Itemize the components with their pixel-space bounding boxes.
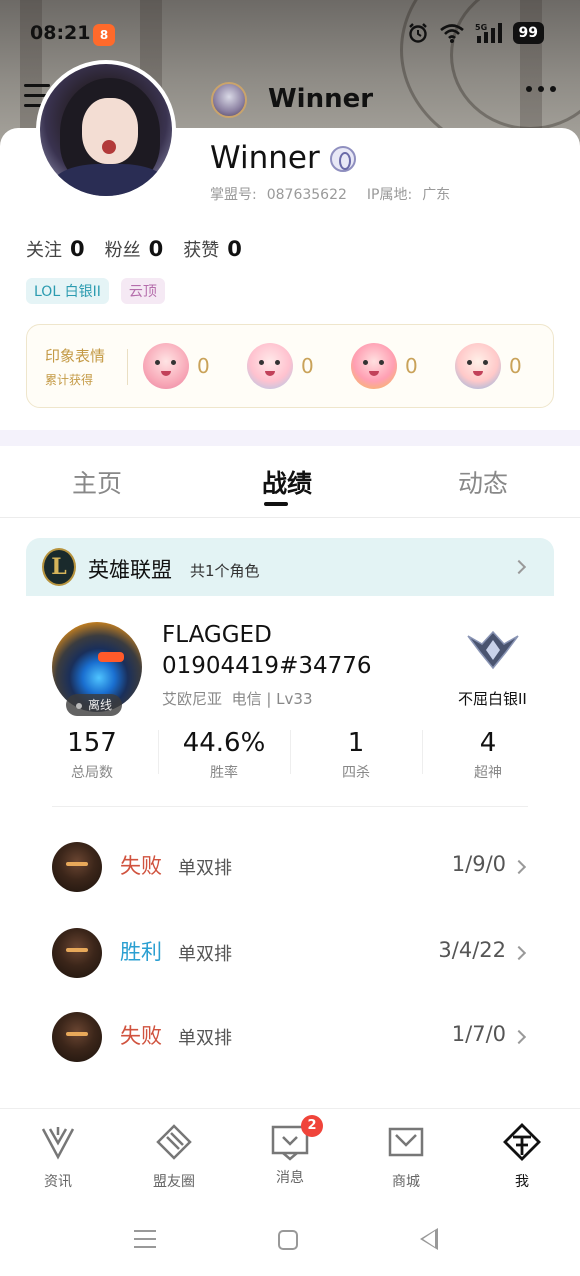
nav-friends-circle[interactable]: 盟友圈 xyxy=(134,1123,214,1191)
app-notification-icon: 8 xyxy=(93,24,115,46)
sticker-item[interactable]: 0 xyxy=(247,343,314,389)
tag-lol-rank[interactable]: LOL 白银II xyxy=(26,278,109,304)
wifi-icon xyxy=(439,24,464,43)
match-kda: 1/9/0 xyxy=(451,852,506,876)
player-name: FLAGGED 01904419#34776 xyxy=(162,622,372,679)
status-badge: 离线 xyxy=(66,694,123,716)
player-server-info: 艾欧尼亚 电信 | Lv33 xyxy=(162,690,313,708)
tab-home[interactable]: 主页 xyxy=(72,464,122,500)
match-row[interactable]: 胜利 单双排 3/4/22 xyxy=(0,924,580,984)
divider xyxy=(52,806,528,807)
stat-legendary: 4 超神 xyxy=(422,726,554,790)
match-row[interactable]: 失败 单双排 1/9/0 xyxy=(0,838,580,898)
friends-circle-icon xyxy=(156,1124,192,1160)
rank-label: 不屈白银II xyxy=(458,690,527,708)
profile-name: Winner xyxy=(210,140,320,176)
blushing-sticker-icon xyxy=(143,343,189,389)
nav-me[interactable]: 我 xyxy=(482,1123,562,1191)
header-title: Winner xyxy=(268,84,374,114)
verified-badge-icon[interactable] xyxy=(330,146,356,172)
player-stats: 157 总局数 44.6% 胜率 1 四杀 4 超神 xyxy=(26,726,554,790)
nav-shop[interactable]: 商城 xyxy=(366,1123,446,1191)
ip-location: IP属地: 广东 xyxy=(366,187,451,203)
bottom-navigation: 资讯 盟友圈 2 消息 商城 我 xyxy=(0,1108,580,1200)
5g-signal-icon: 5G xyxy=(475,23,502,43)
followers-count[interactable]: 粉丝 0 xyxy=(105,236,164,262)
tag-tft[interactable]: 云顶 xyxy=(120,278,165,304)
profile-avatar[interactable] xyxy=(36,60,176,200)
role-count: 共1个角色 xyxy=(190,562,260,580)
section-divider xyxy=(0,430,580,446)
message-icon: 2 xyxy=(271,1115,323,1161)
battery-icon: 99 xyxy=(512,22,544,44)
account-id: 掌盟号: 087635622 xyxy=(210,187,347,203)
more-icon[interactable] xyxy=(526,86,556,92)
shop-icon xyxy=(388,1127,424,1157)
nav-messages[interactable]: 2 消息 xyxy=(250,1115,330,1187)
alarm-icon xyxy=(408,23,427,43)
unread-badge: 2 xyxy=(301,1115,323,1137)
surprised-sticker-icon xyxy=(455,343,501,389)
tab-records[interactable]: 战绩 xyxy=(262,464,312,500)
news-icon xyxy=(41,1127,75,1160)
match-mode: 单双排 xyxy=(178,858,232,879)
status-bar: 08:21 8 5G 99 xyxy=(0,0,580,68)
rank-emblem-icon xyxy=(467,630,519,670)
status-icons: 5G 99 xyxy=(407,22,544,44)
match-result: 失败 xyxy=(120,1024,162,1048)
match-result: 失败 xyxy=(120,854,162,878)
sticker-item[interactable]: 0 xyxy=(351,343,418,389)
recent-apps-icon[interactable] xyxy=(134,1230,156,1254)
champion-avatar xyxy=(52,1012,102,1062)
chevron-right-icon xyxy=(511,559,527,575)
stat-win-rate: 44.6% 胜率 xyxy=(158,726,290,790)
status-time: 08:21 xyxy=(30,22,91,44)
game-tags: LOL 白银II 云顶 xyxy=(26,278,165,304)
match-mode: 单双排 xyxy=(178,944,232,965)
tab-feed[interactable]: 动态 xyxy=(458,464,508,500)
match-kda: 1/7/0 xyxy=(451,1022,506,1046)
game-title: 英雄联盟 xyxy=(88,558,172,582)
match-kda: 3/4/22 xyxy=(438,938,506,962)
profile-tabs: 主页 战绩 动态 xyxy=(0,446,580,518)
stat-total-games: 157 总局数 xyxy=(67,728,117,781)
impression-stickers[interactable]: 印象表情 累计获得 0 0 0 0 xyxy=(26,324,554,408)
match-result: 胜利 xyxy=(120,940,162,964)
me-icon xyxy=(503,1123,541,1161)
champion-avatar xyxy=(52,928,102,978)
header-avatar[interactable] xyxy=(211,82,247,118)
match-mode: 单双排 xyxy=(178,1028,232,1049)
back-icon[interactable] xyxy=(420,1228,438,1250)
crying-sticker-icon xyxy=(351,343,397,389)
profile-meta: 掌盟号: 087635622 IP属地: 广东 xyxy=(210,184,450,204)
following-count[interactable]: 关注 0 xyxy=(26,236,85,262)
nav-news[interactable]: 资讯 xyxy=(18,1123,98,1191)
impression-subtitle: 累计获得 xyxy=(45,373,94,387)
champion-avatar xyxy=(52,842,102,892)
waving-sticker-icon xyxy=(247,343,293,389)
sticker-item[interactable]: 0 xyxy=(143,343,210,389)
chevron-right-icon xyxy=(511,1029,527,1045)
game-section-header[interactable]: L 英雄联盟 共1个角色 xyxy=(26,538,554,596)
lol-logo-icon: L xyxy=(42,548,76,586)
follow-counts: 关注 0 粉丝 0 获赞 0 xyxy=(26,236,242,262)
likes-count: 获赞 0 xyxy=(183,237,242,261)
chevron-right-icon xyxy=(511,945,527,961)
impression-title: 印象表情 xyxy=(45,347,106,365)
system-navigation-bar xyxy=(0,1200,580,1276)
svg-text:5G: 5G xyxy=(475,23,487,32)
chevron-right-icon xyxy=(511,859,527,875)
divider xyxy=(127,349,128,385)
home-icon[interactable] xyxy=(278,1230,298,1250)
match-row[interactable]: 失败 单双排 1/7/0 xyxy=(0,1008,580,1068)
active-tab-indicator xyxy=(264,502,288,506)
stat-quadra-kills: 1 四杀 xyxy=(290,726,422,790)
sticker-item[interactable]: 0 xyxy=(455,343,522,389)
